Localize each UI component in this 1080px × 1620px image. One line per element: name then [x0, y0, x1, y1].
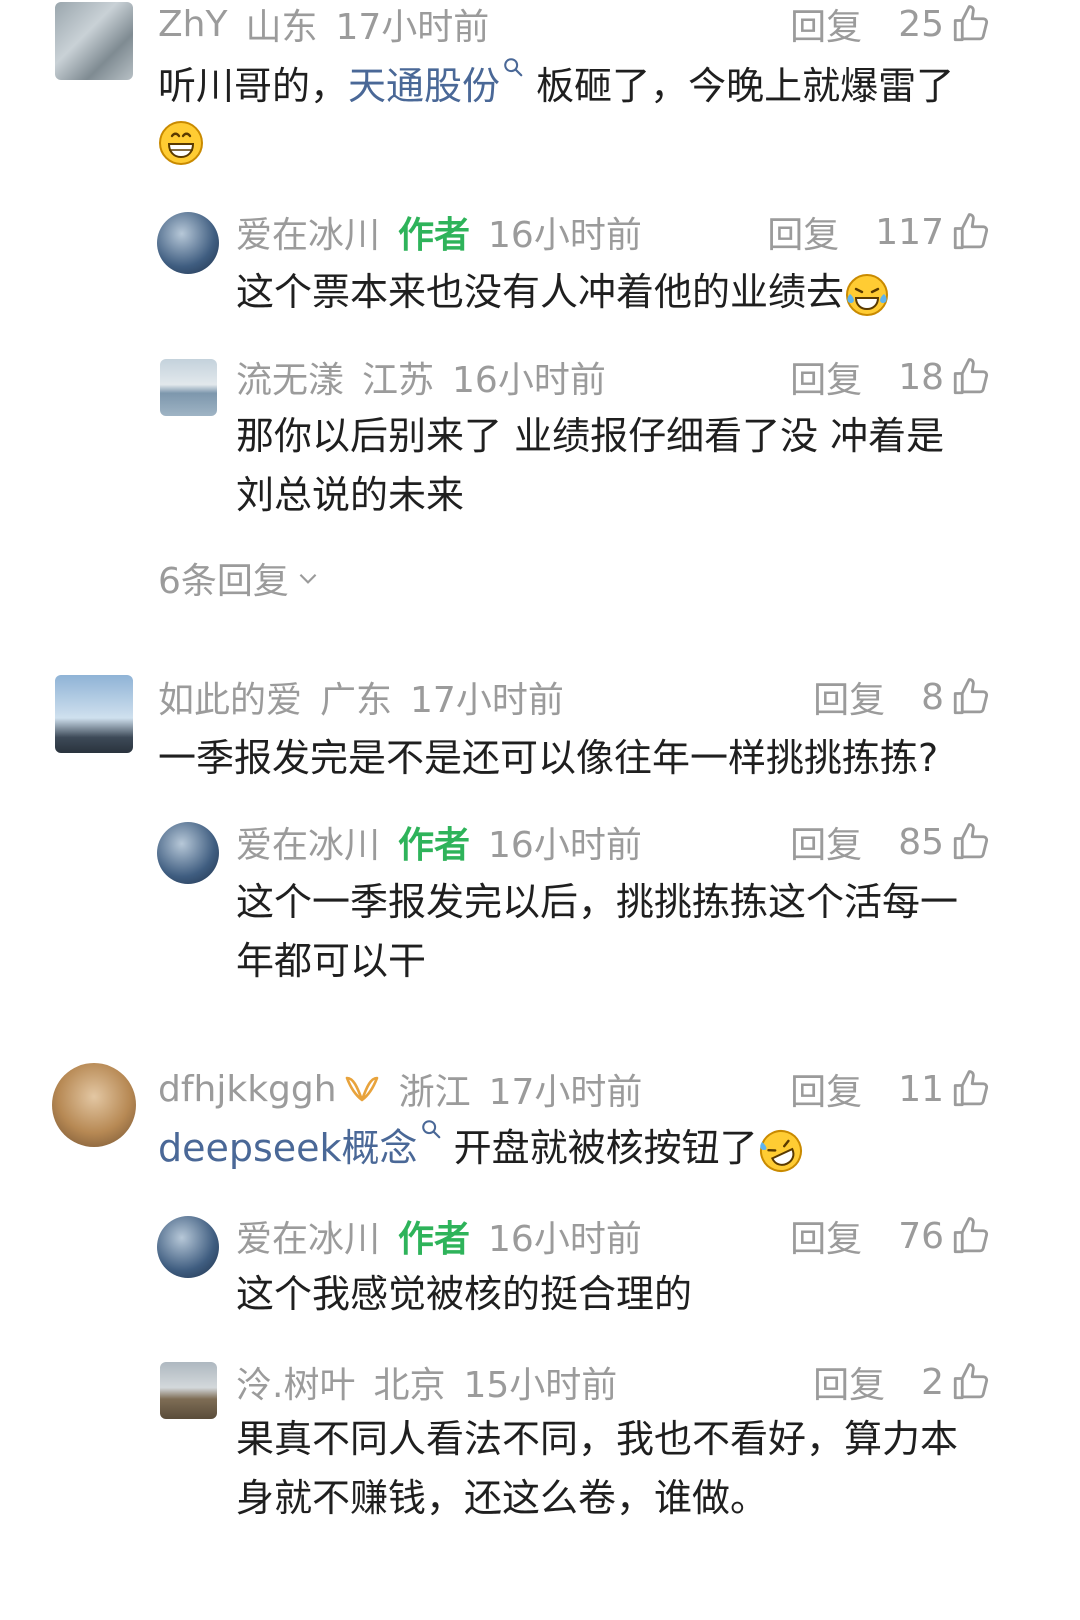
grinning-emoji	[159, 121, 203, 165]
username[interactable]: dfhjkkggh	[158, 1069, 337, 1110]
thumb-up-icon[interactable]	[950, 1361, 992, 1403]
reply-meta: 流无漾 江苏 16小时前	[236, 355, 606, 401]
timestamp: 17小时前	[488, 1072, 643, 1113]
comment-actions: 回复 11	[790, 1067, 992, 1113]
search-lens-icon	[420, 1118, 442, 1140]
comment-text: 一季报发完是不是还可以像往年一样挑挑拣拣?	[158, 736, 939, 780]
topic-link[interactable]: deepseek概念	[158, 1126, 442, 1170]
reply-meta: 爱在冰川 作者 16小时前	[236, 1214, 642, 1260]
like-count: 25	[898, 3, 944, 45]
reply-meta: 爱在冰川 作者 16小时前	[236, 820, 642, 866]
avatar[interactable]	[157, 212, 219, 274]
comment-text: deepseek概念 开盘就被核按钮了	[158, 1118, 804, 1178]
avatar[interactable]	[160, 1362, 217, 1419]
reply-text: 这个票本来也没有人冲着他的业绩去	[236, 262, 890, 322]
reply-text-line: 果真不同人看法不同，我也不看好，算力本	[236, 1417, 959, 1461]
timestamp: 15小时前	[463, 1365, 618, 1406]
avatar[interactable]	[55, 675, 133, 753]
username[interactable]: 如此的爱	[158, 671, 302, 723]
reply-meta: 泠.树叶 北京 15小时前	[236, 1360, 617, 1406]
reply-actions: 回复 76	[790, 1214, 992, 1260]
reply-button[interactable]: 回复	[790, 816, 862, 868]
thumb-up-icon[interactable]	[950, 356, 992, 398]
author-badge: 作者	[398, 1219, 471, 1260]
thumb-up-icon[interactable]	[950, 3, 992, 45]
timestamp: 16小时前	[488, 825, 642, 866]
location: 广东	[320, 680, 393, 721]
comment-meta: 如此的爱 广东 17小时前	[158, 675, 564, 721]
avatar[interactable]	[157, 1216, 219, 1278]
avatar[interactable]	[160, 359, 217, 416]
avatar[interactable]	[157, 822, 219, 884]
timestamp: 17小时前	[335, 7, 490, 48]
username[interactable]: 爱在冰川	[236, 816, 380, 868]
reply-text-line: 身就不赚钱，还这么卷，谁做。	[236, 1476, 769, 1520]
location: 浙江	[398, 1072, 471, 1113]
reply-button[interactable]: 回复	[813, 1356, 885, 1408]
like-count: 8	[921, 676, 944, 718]
like-count: 11	[898, 1068, 944, 1110]
reply-text-line: 那你以后别来了 业绩报仔细看了没 冲着是	[236, 414, 945, 458]
rolling-laughing-emoji	[759, 1129, 802, 1172]
username[interactable]: 爱在冰川	[236, 206, 380, 258]
like-count: 76	[898, 1215, 944, 1257]
reply-actions: 回复 18	[790, 355, 992, 401]
avatar[interactable]	[52, 1063, 136, 1147]
thumb-up-icon[interactable]	[950, 1068, 992, 1110]
thumb-up-icon[interactable]	[950, 676, 992, 718]
vip-badge-icon	[345, 1076, 378, 1102]
like-count: 2	[921, 1361, 944, 1403]
comment-actions: 回复 8	[813, 675, 992, 721]
stock-link[interactable]: 天通股份	[348, 64, 524, 108]
like-count: 18	[898, 356, 944, 398]
reply-button[interactable]: 回复	[790, 1063, 862, 1115]
author-badge: 作者	[398, 215, 471, 256]
comment-meta: ZhY 山东 17小时前	[158, 2, 489, 49]
username[interactable]: 爱在冰川	[236, 1210, 380, 1262]
reply-actions: 回复 2	[813, 1360, 992, 1406]
timestamp: 16小时前	[488, 1219, 642, 1260]
reply-button[interactable]: 回复	[790, 351, 862, 403]
reply-text: 这个我感觉被核的挺合理的	[236, 1272, 693, 1316]
timestamp: 17小时前	[410, 680, 564, 721]
reply-actions: 回复 117	[767, 210, 992, 256]
comment-actions: 回复 25	[790, 2, 992, 48]
avatar[interactable]	[55, 2, 133, 80]
author-badge: 作者	[398, 825, 471, 866]
like-count: 85	[898, 821, 944, 863]
tears-of-joy-emoji	[846, 273, 889, 316]
thumb-up-icon[interactable]	[950, 211, 992, 253]
username[interactable]: 流无漾	[236, 351, 344, 403]
location: 北京	[373, 1365, 446, 1406]
reply-actions: 回复 85	[790, 820, 992, 866]
location: 江苏	[362, 360, 435, 401]
reply-button[interactable]: 回复	[790, 0, 862, 50]
comment-meta: dfhjkkggh 浙江 17小时前	[158, 1067, 642, 1114]
like-count: 117	[875, 211, 944, 253]
reply-button[interactable]: 回复	[767, 206, 839, 258]
search-lens-icon	[502, 56, 524, 78]
thumb-up-icon[interactable]	[950, 1215, 992, 1257]
thumb-up-icon[interactable]	[950, 821, 992, 863]
reply-meta: 爱在冰川 作者 16小时前	[236, 210, 642, 256]
more-replies-link[interactable]: 6条回复	[158, 552, 321, 604]
reply-text-line: 刘总说的未来	[236, 473, 465, 517]
reply-text-line: 这个一季报发完以后，挑挑拣拣这个活每一	[236, 880, 959, 924]
timestamp: 16小时前	[488, 215, 642, 256]
reply-button[interactable]: 回复	[813, 671, 885, 723]
comment-text: 听川哥的，天通股份 板砸了，今晚上就爆雷了	[158, 56, 954, 116]
username[interactable]: 泠.树叶	[236, 1356, 355, 1408]
reply-text-line: 年都可以干	[236, 939, 427, 983]
username[interactable]: ZhY	[158, 4, 227, 45]
reply-button[interactable]: 回复	[790, 1210, 862, 1262]
timestamp: 16小时前	[452, 360, 606, 401]
chevron-down-icon	[299, 573, 317, 584]
location: 山东	[245, 7, 318, 48]
